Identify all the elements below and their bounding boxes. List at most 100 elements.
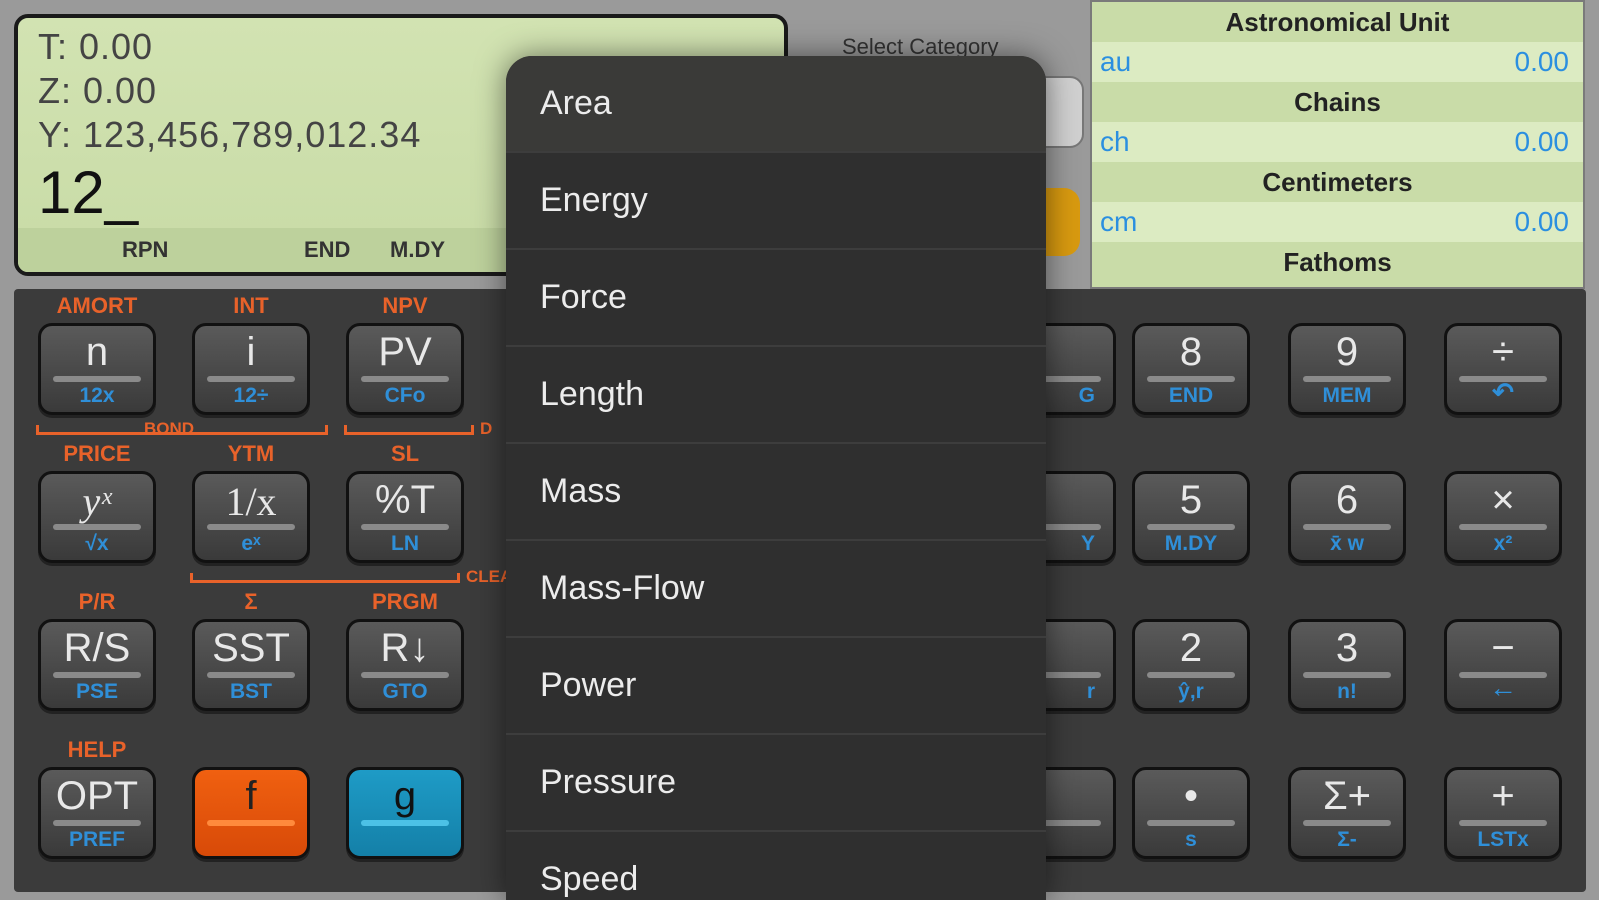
register-x-entry: 12_ [38,159,139,226]
key-sublabel: CFo [384,384,426,407]
bracket-label-d: D [480,419,493,438]
key-sublabel: eˣ [241,532,261,555]
key-sst[interactable]: SST BST [192,619,310,711]
menu-item-area[interactable]: Area [506,56,1046,153]
unit-name: Astronomical Unit [1225,7,1450,37]
menu-item-mass-flow[interactable]: Mass-Flow [506,541,1046,638]
key-ledge [207,672,295,678]
key-ledge [1147,524,1235,530]
key-run-stop[interactable]: R/S PSE [38,619,156,711]
menu-item-length[interactable]: Length [506,347,1046,444]
key-label: n [85,330,109,374]
key-g-shift[interactable]: g [346,767,464,859]
key-minus[interactable]: − ← [1444,619,1562,711]
key-decimal[interactable]: • s [1132,767,1250,859]
bracket-label-bond: BOND [144,419,195,438]
key-sublabel: 12÷ [233,384,269,407]
register-y: Y: 123,456,789,012.34 [38,114,422,155]
menu-item-force[interactable]: Force [506,250,1046,347]
f-label-help: HELP [67,737,127,762]
f-label-amort: AMORT [56,293,138,318]
key-sublabel: PSE [75,680,119,703]
depreciation-bracket [344,425,474,435]
unit-abbr: ch [1100,126,1130,157]
register-z: Z: 0.00 [38,70,158,111]
unit-row-ch[interactable]: ch 0.00 [1092,122,1583,162]
key-sublabel: M.DY [1164,532,1218,555]
key-label: g [393,774,417,818]
menu-item-pressure[interactable]: Pressure [506,735,1046,832]
key-ledge [361,376,449,382]
key-sublabel: LN [391,532,419,555]
unit-abbr: au [1100,46,1132,77]
key-divide[interactable]: ÷ ↶ [1444,323,1562,415]
key-label: %T [375,478,435,522]
key-sublabel: √x [85,532,109,555]
key-9[interactable]: 9 MEM [1288,323,1406,415]
menu-item-speed[interactable]: Speed [506,832,1046,900]
key-label: 8 [1179,330,1203,374]
key-opt[interactable]: OPT PREF [38,767,156,859]
key-label: f [245,774,257,818]
status-rpn: RPN [122,237,169,262]
key-ledge [1303,672,1391,678]
f-label-int: INT [233,293,269,318]
undo-icon: ↶ [1492,377,1514,407]
key-5[interactable]: 5 M.DY [1132,471,1250,563]
f-label-npv: NPV [382,293,428,318]
unit-value: 0.00 [1514,46,1570,77]
unit-row-cm[interactable]: cm 0.00 [1092,202,1583,242]
key-3[interactable]: 3 n! [1288,619,1406,711]
key-sublabel: 12x [79,384,115,407]
status-date-format: M.DY [390,237,445,262]
unit-value: 0.00 [1514,126,1570,157]
key-label: R/S [63,626,131,670]
f-label-sl: SL [390,441,420,466]
key-sublabel: Σ- [1337,828,1357,851]
key-ledge [1147,672,1235,678]
key-y-power-x[interactable]: yˣ √x [38,471,156,563]
key-label: Σ+ [1322,774,1372,818]
clear-bracket [190,573,460,583]
menu-item-power[interactable]: Power [506,638,1046,735]
category-dropdown-menu: Area Energy Force Length Mass Mass-Flow … [506,56,1046,900]
unit-name: Centimeters [1262,167,1413,197]
key-ledge [53,524,141,530]
key-label: + [1491,774,1515,818]
unit-name: Chains [1294,87,1381,117]
key-ledge [1303,376,1391,382]
key-label: ÷ [1492,330,1514,374]
key-n[interactable]: n 12x [38,323,156,415]
key-sublabel: ŷ,r [1178,680,1204,703]
f-label-ytm: YTM [227,441,275,466]
key-ledge [361,524,449,530]
key-percent-total[interactable]: %T LN [346,471,464,563]
key-multiply[interactable]: × x² [1444,471,1562,563]
key-ledge [1459,820,1547,826]
key-label: 9 [1335,330,1359,374]
f-label-p-r: P/R [78,589,116,614]
key-label: • [1183,774,1198,818]
key-reciprocal[interactable]: 1/x eˣ [192,471,310,563]
units-panel: Astronomical Unit au 0.00 Chains ch 0.00… [1090,0,1585,289]
key-sublabel: PREF [68,828,125,851]
key-sublabel: BST [230,680,272,703]
key-label: 3 [1335,626,1359,670]
key-i[interactable]: i 12÷ [192,323,310,415]
menu-item-energy[interactable]: Energy [506,153,1046,250]
key-pv[interactable]: PV CFo [346,323,464,415]
key-6[interactable]: 6 x̄ w [1288,471,1406,563]
key-roll-down[interactable]: R↓ GTO [346,619,464,711]
key-8[interactable]: 8 END [1132,323,1250,415]
key-label: 1/x [225,479,277,524]
key-sigma-plus[interactable]: Σ+ Σ- [1288,767,1406,859]
menu-item-mass[interactable]: Mass [506,444,1046,541]
key-2[interactable]: 2 ŷ,r [1132,619,1250,711]
key-f-shift[interactable]: f [192,767,310,859]
key-plus[interactable]: + LSTx [1444,767,1562,859]
f-label-sigma: Σ [244,589,258,614]
unit-row-au[interactable]: au 0.00 [1092,42,1583,82]
key-ledge [207,820,295,826]
key-sublabel: LSTx [1477,828,1529,851]
backspace-icon: ← [1489,672,1517,703]
